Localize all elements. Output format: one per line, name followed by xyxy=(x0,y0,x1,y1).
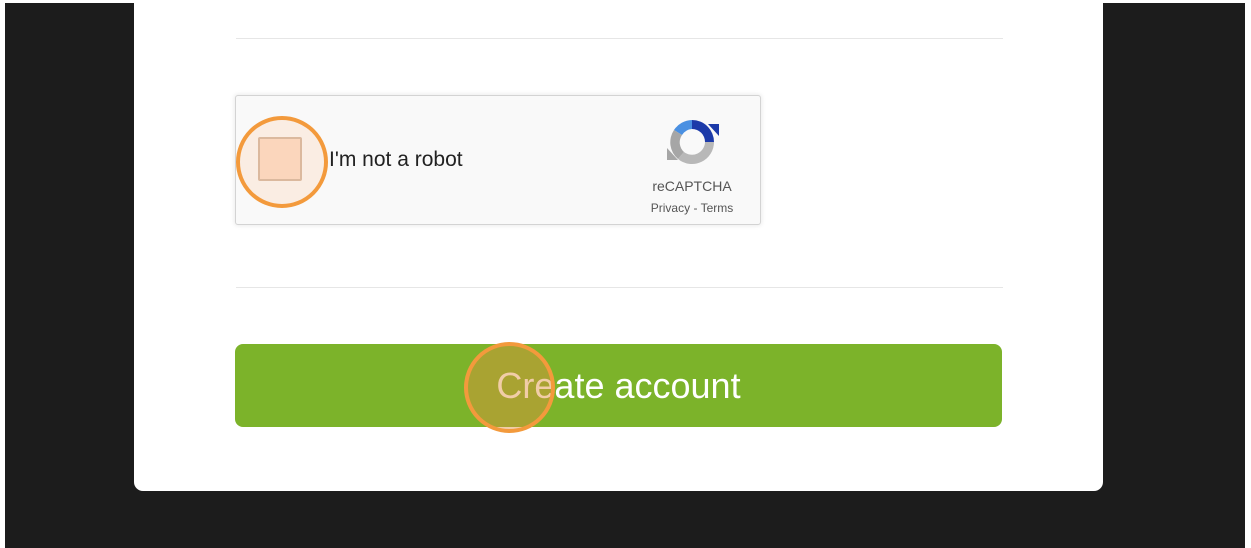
recaptcha-checkbox[interactable] xyxy=(258,137,302,181)
link-separator: - xyxy=(690,201,701,215)
terms-link[interactable]: Terms xyxy=(701,201,734,215)
recaptcha-links: Privacy - Terms xyxy=(632,201,752,215)
recaptcha-widget: I'm not a robot reCAPTCHA Privacy - Term… xyxy=(235,95,761,225)
divider xyxy=(236,38,1003,39)
recaptcha-logo-icon xyxy=(667,120,719,165)
create-account-button[interactable]: Create account xyxy=(235,344,1002,427)
signup-card: I'm not a robot reCAPTCHA Privacy - Term… xyxy=(134,0,1103,491)
divider xyxy=(236,287,1003,288)
privacy-link[interactable]: Privacy xyxy=(651,201,690,215)
recaptcha-label: I'm not a robot xyxy=(329,148,463,171)
recaptcha-brand: reCAPTCHA xyxy=(652,178,732,194)
